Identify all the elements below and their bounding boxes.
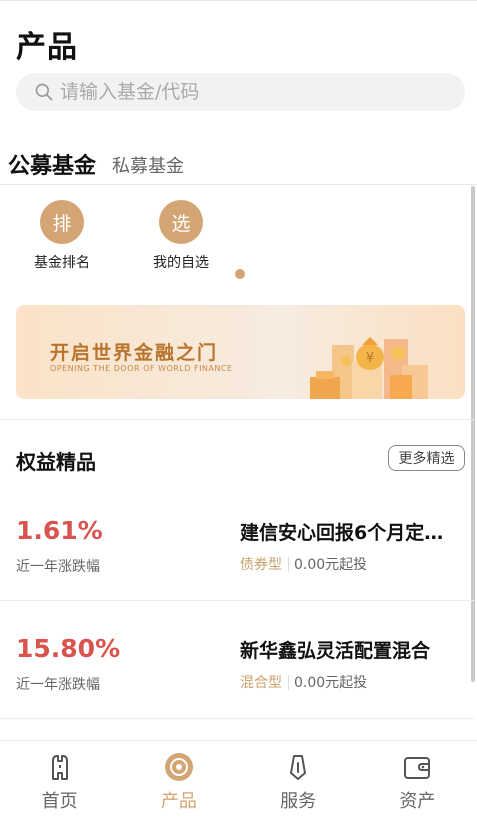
fund-return-label: 近一年涨跌幅 <box>16 677 100 693</box>
search-input[interactable] <box>60 81 440 103</box>
section-title: 权益精品 <box>16 450 96 474</box>
fund-name: 新华鑫弘灵活配置混合 <box>240 640 431 662</box>
fund-tabs: 公募基金 私募基金 <box>8 148 184 180</box>
home-icon <box>51 755 68 780</box>
quick-entry-my-watchlist[interactable]: 选 我的自选 <box>131 200 231 272</box>
divider <box>0 600 474 601</box>
banner-subtitle: OPENING THE DOOR OF WORLD FINANCE <box>50 364 233 373</box>
tab-private-fund[interactable]: 私募基金 <box>112 152 184 180</box>
nav-label: 首页 <box>41 791 78 812</box>
divider <box>0 718 474 719</box>
nav-label: 服务 <box>280 791 317 812</box>
fund-return-label: 近一年涨跌幅 <box>16 559 100 575</box>
product-icon <box>164 753 193 781</box>
nav-home[interactable]: 首页 <box>0 741 119 819</box>
service-icon <box>290 755 307 780</box>
fund-min-invest: 0.00元起投 <box>294 557 368 573</box>
fund-return-rate: 15.80% <box>16 634 121 663</box>
tag-divider <box>288 675 289 690</box>
fund-row[interactable]: 15.80% 近一年涨跌幅 新华鑫弘灵活配置混合 混合型 0.00元起投 <box>0 606 474 724</box>
divider <box>0 419 474 420</box>
tabs-divider <box>0 184 477 185</box>
quick-entry-label: 我的自选 <box>153 255 209 271</box>
watchlist-icon: 选 <box>159 200 203 244</box>
bottom-nav: 首页 产品 服务 资产 <box>0 740 477 819</box>
nav-product[interactable]: 产品 <box>119 741 238 819</box>
fund-name: 建信安心回报6个月定开债券 <box>240 522 460 544</box>
fund-type-tag: 混合型 <box>240 675 282 691</box>
city-finance-illustration: ¥ <box>310 337 428 399</box>
search-icon <box>35 83 53 101</box>
page-title: 产品 <box>16 30 78 65</box>
more-picks-button[interactable]: 更多精选 <box>388 445 465 471</box>
ranking-icon: 排 <box>40 200 84 244</box>
fund-type-tag: 债券型 <box>240 557 282 573</box>
search-bar[interactable] <box>16 73 465 111</box>
quick-entry-fund-ranking[interactable]: 排 基金排名 <box>12 200 112 272</box>
nav-label: 资产 <box>399 791 436 812</box>
promo-banner[interactable]: 开启世界金融之门 OPENING THE DOOR OF WORLD FINAN… <box>16 305 465 399</box>
nav-label: 产品 <box>160 791 197 812</box>
pager-dot <box>235 269 245 279</box>
tab-public-fund[interactable]: 公募基金 <box>8 148 96 180</box>
tag-divider <box>288 557 289 572</box>
banner-title: 开启世界金融之门 <box>50 342 219 364</box>
nav-service[interactable]: 服务 <box>239 741 358 819</box>
fund-row[interactable]: 1.61% 近一年涨跌幅 建信安心回报6个月定开债券 债券型 0.00元起投 <box>0 488 474 606</box>
quick-entry-label: 基金排名 <box>34 255 90 271</box>
wallet-icon <box>404 757 431 779</box>
top-border <box>0 0 477 1</box>
nav-assets[interactable]: 资产 <box>358 741 477 819</box>
fund-return-rate: 1.61% <box>16 516 103 545</box>
fund-min-invest: 0.00元起投 <box>294 675 368 691</box>
svg-text:¥: ¥ <box>366 351 374 366</box>
